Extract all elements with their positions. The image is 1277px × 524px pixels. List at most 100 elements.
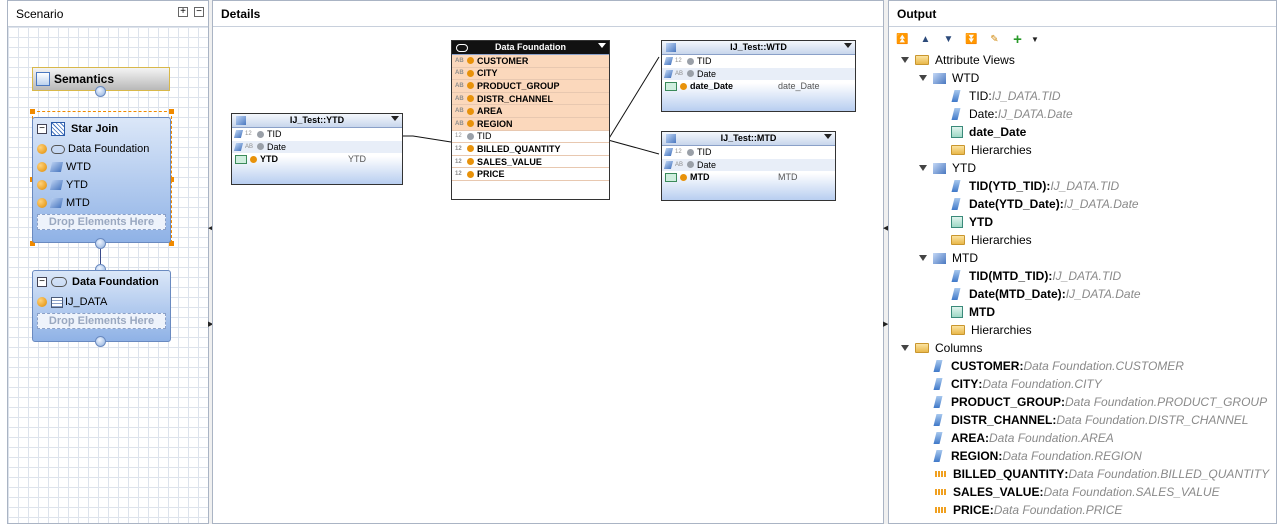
attribute-source: IJ_DATA.TID	[1050, 179, 1120, 193]
mtd-table[interactable]: IJ_Test::MTD 12 TID AB Date MTD MTD	[661, 131, 836, 201]
table-row[interactable]: YTD YTD	[232, 153, 402, 166]
scenario-title: Scenario	[16, 7, 64, 21]
collapse-all-icon[interactable]: −	[194, 7, 204, 17]
join-line-ytd	[402, 135, 452, 143]
attribute-view-icon	[49, 162, 64, 172]
table-row[interactable]: 12 BILLED_QUANTITY	[452, 143, 609, 156]
move-down-icon[interactable]: ▼	[937, 30, 960, 48]
tree-item-column[interactable]: PRODUCT_GROUP: Data Foundation.PRODUCT_G…	[889, 393, 1276, 411]
chevron-down-icon[interactable]	[844, 43, 852, 48]
edit-icon[interactable]: ✎	[983, 30, 1006, 48]
attribute-label: Date(MTD_Date)	[969, 287, 1062, 301]
mtd-table-header: IJ_Test::MTD	[662, 132, 835, 146]
join-icon	[51, 144, 65, 154]
tree-item-attribute[interactable]: Date: IJ_DATA.Date	[889, 105, 1276, 123]
output-tree: Attribute Views WTD TID: IJ_DATA.TID Date: …	[889, 51, 1276, 519]
tree-item-column[interactable]: BILLED_QUANTITY: Data Foundation.BILLED_…	[889, 465, 1276, 483]
data-foundation-output-handle[interactable]	[95, 336, 106, 347]
table-row[interactable]: 12 SALES_VALUE	[452, 155, 609, 169]
details-canvas[interactable]: IJ_Test::YTD 12 TID AB Date YTD YTD Data Fo…	[213, 27, 883, 523]
star-join-item[interactable]: YTD	[33, 176, 170, 194]
attribute-view-icon	[933, 252, 946, 264]
star-join-item[interactable]: WTD	[33, 158, 170, 176]
tree-item-view[interactable]: WTD	[889, 69, 1276, 87]
tree-item-view[interactable]: YTD	[889, 159, 1276, 177]
tree-item-attribute[interactable]: TID: IJ_DATA.TID	[889, 87, 1276, 105]
tree-item-key[interactable]: MTD	[889, 303, 1276, 321]
star-join-output-handle[interactable]	[95, 238, 106, 249]
ytd-table[interactable]: IJ_Test::YTD 12 TID AB Date YTD YTD	[231, 113, 403, 185]
add-icon[interactable]: +	[1006, 30, 1029, 48]
collapse-icon[interactable]: −	[37, 124, 47, 134]
tree-item-column[interactable]: AREA: Data Foundation.AREA	[889, 429, 1276, 447]
tree-item-hierarchies[interactable]: Hierarchies	[889, 321, 1276, 339]
tree-item-attribute[interactable]: TID(YTD_TID): IJ_DATA.TID	[889, 177, 1276, 195]
table-row[interactable]: AB REGION	[452, 117, 609, 131]
tree-item-hierarchies[interactable]: Hierarchies	[889, 231, 1276, 249]
tree-item-attribute[interactable]: TID(MTD_TID): IJ_DATA.TID	[889, 267, 1276, 285]
table-row[interactable]: AB CITY	[452, 67, 609, 81]
table-row[interactable]: AB CUSTOMER	[452, 55, 609, 68]
table-row[interactable]: 12 PRICE	[452, 168, 609, 181]
tree-item-attribute-views[interactable]: Attribute Views	[889, 51, 1276, 69]
move-top-icon[interactable]: ⏫	[891, 30, 914, 48]
tree-item-label: Columns	[935, 341, 983, 355]
star-join-node[interactable]: − Star Join Data Foundation WTD YTD MTD …	[32, 117, 171, 243]
data-foundation-node[interactable]: − Data Foundation IJ_DATA Drop Elements …	[32, 270, 171, 342]
drop-zone[interactable]: Drop Elements Here	[37, 313, 166, 329]
expand-all-icon[interactable]: +	[178, 7, 188, 17]
table-row[interactable]: MTD MTD	[662, 171, 835, 184]
drop-zone[interactable]: Drop Elements Here	[37, 214, 166, 230]
star-join-item[interactable]: MTD	[33, 194, 170, 212]
tree-item-column[interactable]: REGION: Data Foundation.REGION	[889, 447, 1276, 465]
type-label: AB	[455, 82, 464, 89]
chevron-down-icon[interactable]: ▼	[1029, 30, 1041, 48]
table-row[interactable]: AB Date	[662, 158, 835, 172]
tree-item-key[interactable]: YTD	[889, 213, 1276, 231]
output-dot-icon	[467, 95, 474, 103]
tree-item-attribute[interactable]: Date(YTD_Date): IJ_DATA.Date	[889, 195, 1276, 213]
attribute-icon	[233, 142, 244, 151]
table-row[interactable]: AB Date	[662, 67, 855, 81]
tree-item-column[interactable]: CUSTOMER: Data Foundation.CUSTOMER	[889, 357, 1276, 375]
type-label: AB	[455, 70, 464, 77]
semantics-connector-handle[interactable]	[95, 86, 106, 97]
table-row[interactable]: 12 TID	[232, 128, 402, 141]
column-name: CUSTOMER	[477, 55, 529, 66]
tree-item-column[interactable]: SALES_VALUE: Data Foundation.SALES_VALUE	[889, 483, 1276, 501]
table-row[interactable]: date_Date date_Date	[662, 80, 855, 93]
tree-item-key[interactable]: date_Date	[889, 123, 1276, 141]
move-bottom-icon[interactable]: ⏬	[960, 30, 983, 48]
table-row[interactable]: AB PRODUCT_GROUP	[452, 80, 609, 93]
scenario-canvas[interactable]: Semantics − Star Join Data Foundation WT…	[8, 27, 208, 523]
tree-item-attribute[interactable]: Date(MTD_Date): IJ_DATA.Date	[889, 285, 1276, 303]
table-row[interactable]: 12 TID	[662, 146, 835, 159]
type-label: 12	[245, 131, 252, 138]
tree-item-column[interactable]: DISTR_CHANNEL: Data Foundation.DISTR_CHA…	[889, 411, 1276, 429]
collapse-icon[interactable]: −	[37, 277, 47, 287]
table-row[interactable]: AB Date	[232, 140, 402, 154]
type-label: 12	[675, 149, 682, 156]
chevron-down-icon[interactable]	[391, 116, 399, 121]
chevron-down-icon[interactable]	[824, 134, 832, 139]
column-alias: date_Date	[778, 81, 820, 92]
table-row[interactable]: AB DISTR_CHANNEL	[452, 92, 609, 106]
folder-icon	[951, 325, 965, 335]
chevron-down-icon[interactable]	[598, 43, 606, 48]
table-row[interactable]: AB AREA	[452, 105, 609, 118]
tree-item-columns[interactable]: Columns	[889, 339, 1276, 357]
tree-item-hierarchies[interactable]: Hierarchies	[889, 141, 1276, 159]
wtd-table[interactable]: IJ_Test::WTD 12 TID AB Date date_Date date_…	[661, 40, 856, 112]
tree-item-column[interactable]: CITY: Data Foundation.CITY	[889, 375, 1276, 393]
table-row[interactable]: 12 TID	[662, 55, 855, 68]
table-row[interactable]: 12 TID	[452, 130, 609, 144]
scenario-header: Scenario + −	[8, 1, 208, 27]
move-up-icon[interactable]: ▲	[914, 30, 937, 48]
output-dot-icon	[467, 145, 474, 153]
data-foundation-table[interactable]: Data Foundation AB CUSTOMER AB CITY AB PRODUC…	[451, 40, 610, 200]
tree-item-view[interactable]: MTD	[889, 249, 1276, 267]
data-foundation-rows: AB CUSTOMER AB CITY AB PRODUCT_GROUP AB DISTR_C…	[452, 55, 609, 181]
star-join-item[interactable]: Data Foundation	[33, 140, 170, 158]
tree-item-column[interactable]: PRICE: Data Foundation.PRICE	[889, 501, 1276, 519]
data-foundation-item[interactable]: IJ_DATA	[33, 293, 170, 311]
